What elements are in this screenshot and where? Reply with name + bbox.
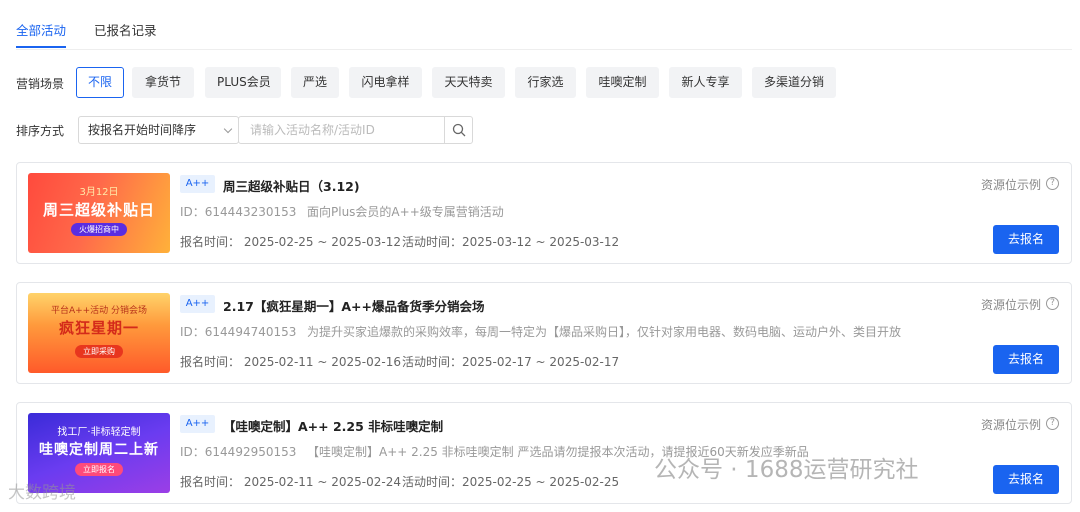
banner-date: 3月12日 bbox=[79, 187, 119, 198]
activity-id: ID：614492950153 bbox=[180, 445, 297, 459]
activity-time: 活动时间：2025-03-12 ~ 2025-03-12 bbox=[402, 235, 620, 249]
marketing-scene-filter: 营销场景 不限 拿货节 PLUS会员 严选 闪电拿样 天天特卖 行家选 哇噢定制… bbox=[16, 67, 1072, 99]
signup-time: 报名时间： 2025-02-11 ~ 2025-02-24 bbox=[180, 475, 401, 489]
activity-title: 2.17【疯狂星期一】A++爆品备货季分销会场 bbox=[223, 299, 485, 314]
active-tab-indicator bbox=[16, 46, 66, 48]
resource-example-link[interactable]: 资源位示例 bbox=[981, 296, 1041, 313]
resource-example-link[interactable]: 资源位示例 bbox=[981, 176, 1041, 193]
activity-card: 3月12日 周三超级补贴日 火爆招商中 A++ 周三超级补贴日（3.12) ID… bbox=[16, 162, 1072, 264]
chip-new-user[interactable]: 新人专享 bbox=[669, 67, 742, 98]
chip-daily-deals[interactable]: 天天特卖 bbox=[432, 67, 505, 98]
chip-nahuojie[interactable]: 拿货节 bbox=[132, 67, 194, 98]
banner-subtitle: 平台A++活动 分销会场 bbox=[50, 306, 148, 316]
signup-time: 报名时间： 2025-02-25 ~ 2025-03-12 bbox=[180, 235, 401, 249]
question-circle-icon[interactable]: ? bbox=[1046, 417, 1059, 430]
signup-time: 报名时间： 2025-02-11 ~ 2025-02-16 bbox=[180, 355, 401, 369]
activity-description: 为提升买家追爆款的采购效率，每周一特定为【爆品采购日】，仅针对家用电器、数码电脑… bbox=[307, 325, 902, 339]
filter-label: 营销场景 bbox=[16, 77, 65, 91]
search-button[interactable] bbox=[444, 117, 472, 143]
activity-id: ID：614443230153 bbox=[180, 205, 297, 219]
search-input[interactable] bbox=[239, 117, 447, 143]
tab-bar: 全部活动 已报名记录 bbox=[16, 0, 1072, 50]
chip-yanxuan[interactable]: 严选 bbox=[291, 67, 339, 98]
banner-cta: 火爆招商中 bbox=[71, 223, 127, 236]
question-circle-icon[interactable]: ? bbox=[1046, 297, 1059, 310]
chevron-down-icon bbox=[223, 124, 233, 134]
tab-registered-records[interactable]: 已报名记录 bbox=[94, 20, 157, 39]
banner-headline: 哇噢定制周二上新 bbox=[39, 442, 159, 458]
signup-button[interactable]: 去报名 bbox=[993, 345, 1059, 374]
banner-headline: 周三超级补贴日 bbox=[42, 201, 155, 219]
sort-search-row: 排序方式 按报名开始时间降序 bbox=[16, 116, 1072, 144]
chip-expert-select[interactable]: 行家选 bbox=[515, 67, 576, 98]
tab-all-activities[interactable]: 全部活动 bbox=[16, 20, 66, 39]
chip-flash-sample[interactable]: 闪电拿样 bbox=[349, 67, 422, 98]
activity-time: 活动时间：2025-02-17 ~ 2025-02-17 bbox=[402, 355, 620, 369]
sort-selected-value: 按报名开始时间降序 bbox=[88, 123, 197, 137]
activity-title: 【哇噢定制】A++ 2.25 非标哇噢定制 bbox=[223, 419, 444, 434]
signup-button[interactable]: 去报名 bbox=[993, 465, 1059, 494]
banner-cta: 立即采购 bbox=[75, 345, 123, 358]
activity-title: 周三超级补贴日（3.12) bbox=[223, 179, 360, 194]
signup-button[interactable]: 去报名 bbox=[993, 225, 1059, 254]
activity-banner: 平台A++活动 分销会场 疯狂星期一 立即采购 bbox=[28, 293, 170, 373]
grade-badge: A++ bbox=[180, 415, 215, 433]
banner-subtitle: 找工厂·非标轻定制 bbox=[57, 427, 141, 438]
chip-multichannel[interactable]: 多渠道分销 bbox=[752, 67, 836, 98]
activity-time: 活动时间：2025-02-25 ~ 2025-02-25 bbox=[402, 475, 620, 489]
activity-card: 平台A++活动 分销会场 疯狂星期一 立即采购 A++ 2.17【疯狂星期一】A… bbox=[16, 282, 1072, 384]
question-circle-icon[interactable]: ? bbox=[1046, 177, 1059, 190]
activity-id: ID：614494740153 bbox=[180, 325, 297, 339]
search-icon bbox=[452, 123, 466, 137]
chip-all[interactable]: 不限 bbox=[76, 67, 124, 98]
activity-description: 面向Plus会员的A++级专属营销活动 bbox=[307, 205, 504, 219]
grade-badge: A++ bbox=[180, 295, 215, 313]
chip-plus-member[interactable]: PLUS会员 bbox=[205, 67, 281, 98]
sort-label: 排序方式 bbox=[16, 124, 65, 138]
grade-badge: A++ bbox=[180, 175, 215, 193]
chip-waow-custom[interactable]: 哇噢定制 bbox=[586, 67, 659, 98]
banner-headline: 疯狂星期一 bbox=[58, 319, 139, 337]
wechat-watermark: 公众号 · 1688运营研究社 bbox=[654, 457, 919, 483]
resource-example-link[interactable]: 资源位示例 bbox=[981, 416, 1041, 433]
search-box bbox=[238, 116, 473, 144]
sort-select[interactable]: 按报名开始时间降序 bbox=[78, 116, 239, 144]
banner-cta: 立即报名 bbox=[75, 463, 123, 476]
logo-watermark: 大数跨境 bbox=[8, 483, 76, 503]
activity-banner: 3月12日 周三超级补贴日 火爆招商中 bbox=[28, 173, 170, 253]
